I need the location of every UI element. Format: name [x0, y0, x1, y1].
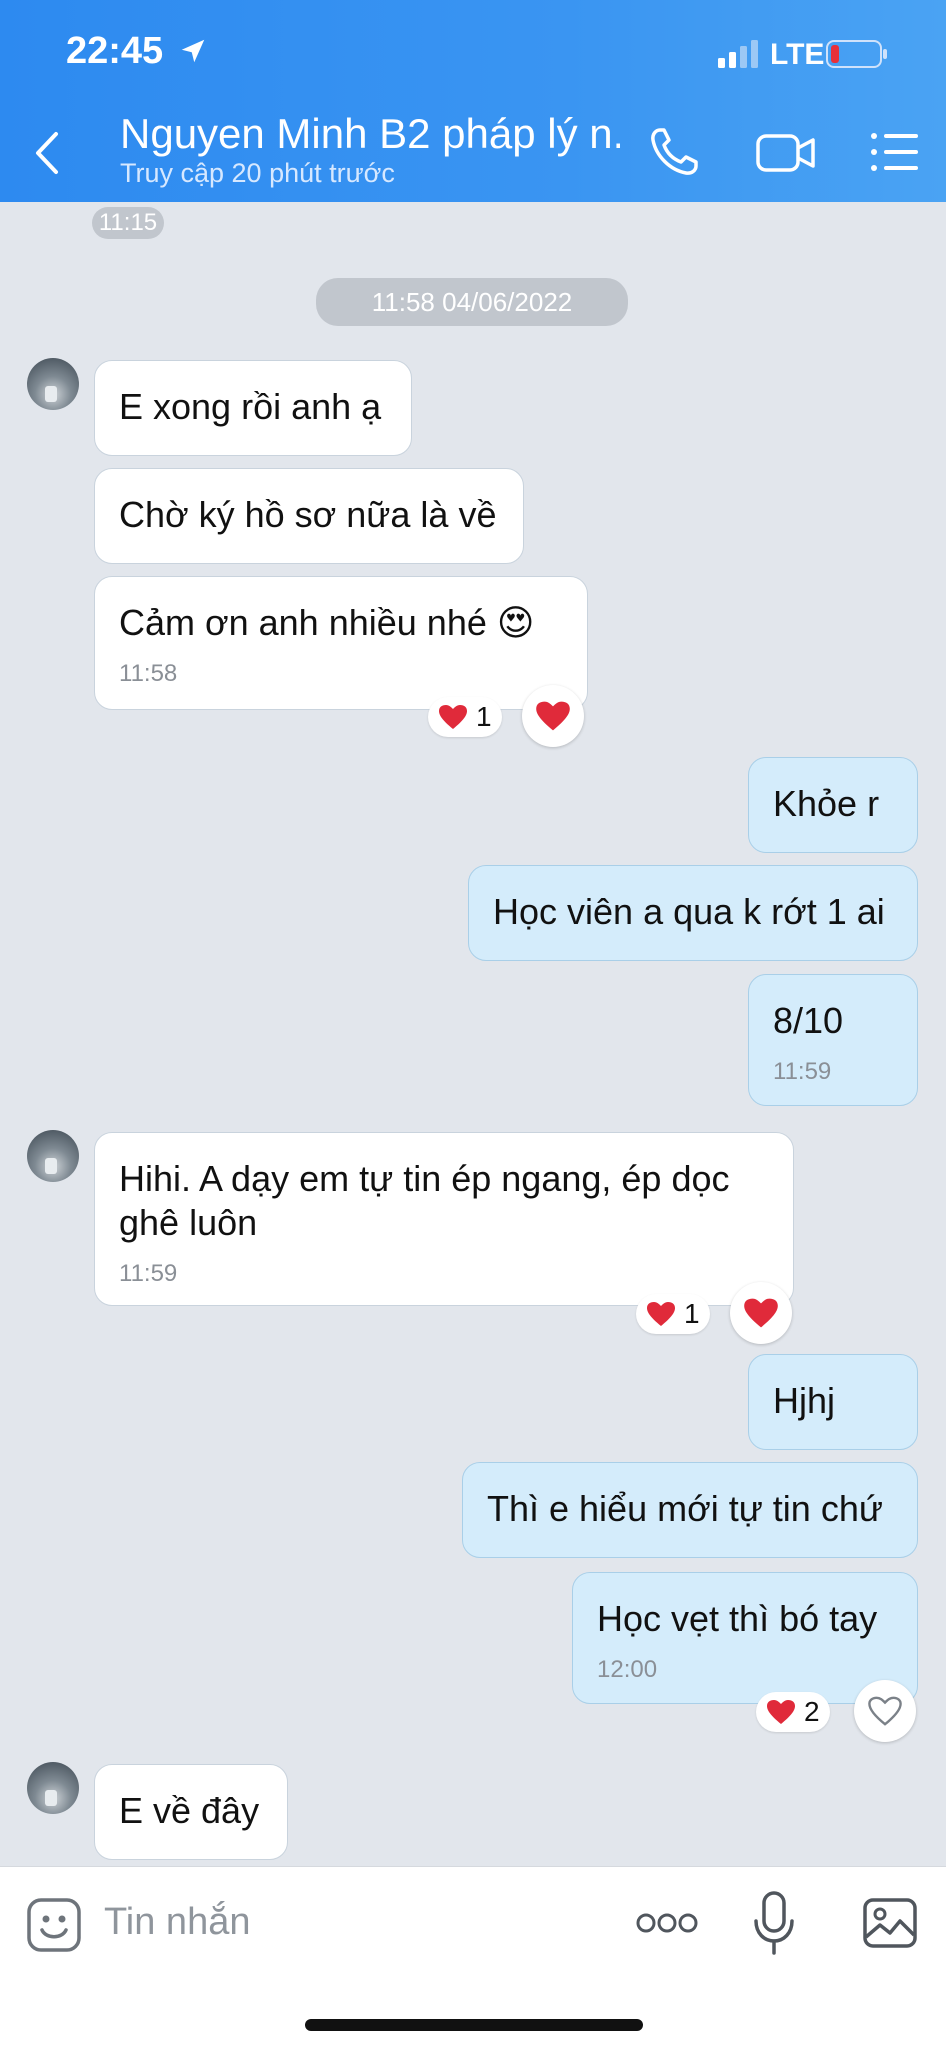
message-time: 11:59	[119, 1260, 178, 1287]
timestamp-chip: 11:15	[92, 207, 164, 239]
react-button[interactable]	[730, 1282, 792, 1344]
message-bubble-incoming[interactable]: E xong rồi anh ạ	[94, 360, 412, 456]
message-bubble-incoming[interactable]: Cảm ơn anh nhiều nhé 😍 11:58	[94, 576, 588, 710]
message-text: Cảm ơn anh nhiều nhé 😍	[119, 602, 535, 643]
react-button[interactable]	[522, 685, 584, 747]
avatar[interactable]	[27, 1130, 79, 1182]
message-bubble-incoming[interactable]: Chờ ký hồ sơ nữa là về	[94, 468, 524, 564]
chat-title[interactable]: Nguyen Minh B2 pháp lý n...	[120, 110, 620, 158]
menu-list-icon[interactable]	[870, 130, 920, 174]
message-text: 8/10	[773, 1000, 844, 1041]
heart-icon	[647, 1302, 675, 1326]
image-gallery-icon[interactable]	[862, 1897, 918, 1949]
message-text: Khỏe r	[773, 783, 880, 824]
network-type: LTE	[770, 38, 825, 71]
reaction-summary[interactable]: 1	[636, 1294, 710, 1334]
message-input[interactable]: Tin nhắn	[104, 1901, 250, 1944]
message-time: 11:59	[773, 1058, 832, 1085]
more-options-icon[interactable]	[636, 1911, 698, 1935]
reaction-count: 1	[476, 701, 492, 732]
message-bubble-outgoing[interactable]: 8/10 11:59	[748, 974, 918, 1106]
reaction-count: 1	[684, 1298, 700, 1329]
message-bubble-outgoing[interactable]: Thì e hiểu mới tự tin chứ	[462, 1462, 918, 1558]
avatar[interactable]	[27, 1762, 79, 1814]
message-text: Hihi. A dạy em tự tin ép ngang, ép dọc g…	[119, 1158, 730, 1243]
message-bubble-outgoing[interactable]: Hjhj	[748, 1354, 918, 1450]
message-time: 11:58	[119, 660, 178, 687]
chat-header: 22:45 LTE Nguyen Minh B2 pháp lý n... Tr…	[0, 0, 946, 202]
last-seen-status: Truy cập 20 phút trước	[120, 158, 395, 188]
message-text: Hjhj	[773, 1380, 836, 1421]
avatar[interactable]	[27, 358, 79, 410]
message-bubble-outgoing[interactable]: Khỏe r	[748, 757, 918, 853]
message-bubble-incoming[interactable]: E về đây	[94, 1764, 288, 1860]
status-time: 22:45	[66, 30, 164, 72]
message-text: E xong rồi anh ạ	[119, 386, 382, 427]
message-text: Học vẹt thì bó tay	[597, 1598, 878, 1639]
video-call-icon[interactable]	[756, 130, 816, 176]
heart-outline-icon	[868, 1696, 902, 1726]
heart-icon	[536, 701, 570, 731]
message-text: Thì e hiểu mới tự tin chứ	[487, 1488, 883, 1529]
message-text: Học viên a qua k rớt 1 ai	[493, 891, 885, 932]
back-icon[interactable]	[30, 128, 64, 178]
microphone-icon[interactable]	[752, 1891, 796, 1957]
phone-call-icon[interactable]	[648, 126, 700, 178]
react-button[interactable]	[854, 1680, 916, 1742]
sticker-icon[interactable]	[26, 1897, 82, 1953]
battery-icon	[826, 40, 887, 68]
heart-icon	[439, 705, 467, 729]
reaction-count: 2	[804, 1696, 820, 1727]
message-bubble-outgoing[interactable]: Học vẹt thì bó tay 12:00	[572, 1572, 918, 1704]
message-input-bar: Tin nhắn	[0, 1866, 946, 2048]
location-arrow-icon	[181, 39, 205, 63]
message-bubble-outgoing[interactable]: Học viên a qua k rớt 1 ai	[468, 865, 918, 961]
message-bubble-incoming[interactable]: Hihi. A dạy em tự tin ép ngang, ép dọc g…	[94, 1132, 794, 1306]
message-text: E về đây	[119, 1790, 260, 1831]
heart-icon	[767, 1700, 795, 1724]
reaction-summary[interactable]: 2	[756, 1692, 830, 1732]
heart-icon	[744, 1298, 778, 1328]
reaction-summary[interactable]: 1	[428, 697, 502, 737]
home-indicator	[305, 2019, 643, 2031]
date-divider: 11:58 04/06/2022	[316, 278, 628, 326]
signal-icon	[718, 40, 758, 68]
message-time: 12:00	[597, 1656, 658, 1683]
message-text: Chờ ký hồ sơ nữa là về	[119, 494, 497, 535]
